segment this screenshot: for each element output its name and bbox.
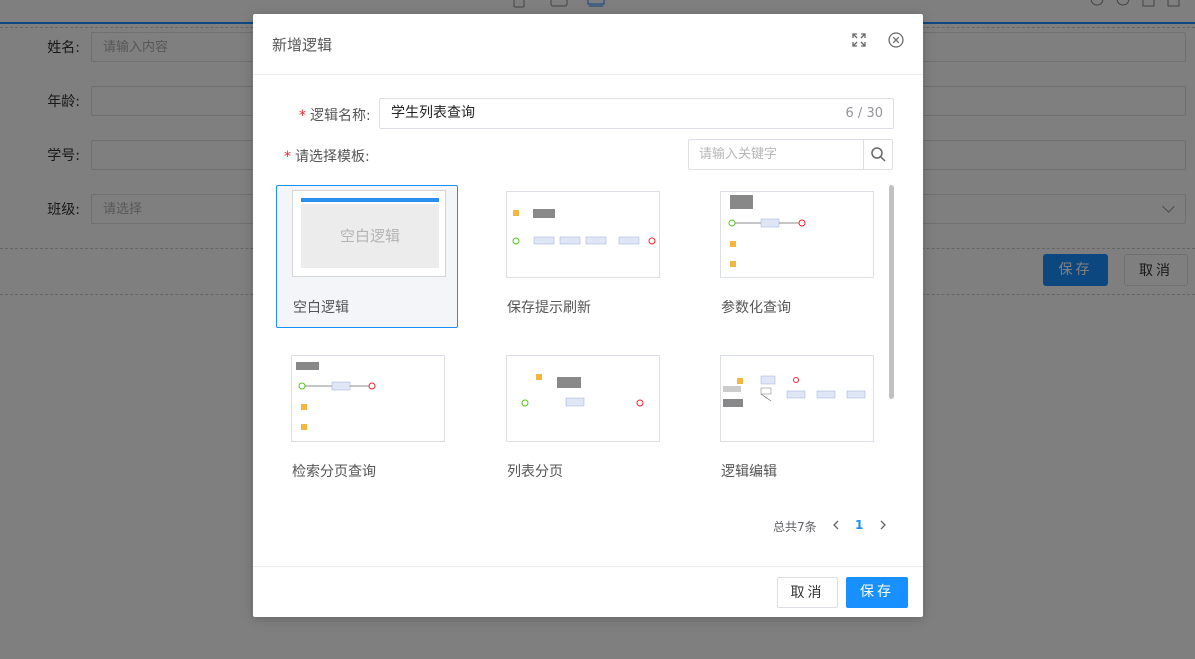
close-icon[interactable]: [887, 31, 905, 49]
logic-name-value: 学生列表查询: [391, 105, 475, 121]
template-thumbnail: [506, 191, 660, 278]
template-thumbnail: [720, 191, 874, 278]
template-card-search-paging[interactable]: 检索分页查询: [276, 350, 458, 493]
dialog-footer: 取消 保存: [253, 566, 923, 618]
flow-diagram-thumbnail: [723, 375, 866, 407]
cancel-button[interactable]: 取消: [777, 577, 838, 608]
search-icon: [871, 147, 886, 162]
template-card-label: 逻辑编辑: [721, 464, 777, 480]
thumbnail-header-bar: [301, 198, 439, 202]
flow-diagram-thumbnail: [521, 374, 644, 407]
template-card-list-paging[interactable]: 列表分页: [491, 350, 673, 493]
required-mark: *: [284, 149, 291, 165]
template-card-param-query[interactable]: 参数化查询: [705, 186, 887, 329]
flow-diagram-thumbnail: [728, 195, 806, 267]
save-button[interactable]: 保存: [846, 577, 908, 608]
flow-diagram-thumbnail: [512, 209, 656, 245]
template-grid: 空白逻辑 空白逻辑 保存提示刷新 参数化查询 检索分页查询 列表分页 逻辑编辑: [276, 185, 896, 497]
logic-name-label-text: 逻辑名称:: [310, 108, 371, 124]
logic-name-label: * 逻辑名称:: [299, 105, 371, 125]
template-label-text: 请选择模板:: [295, 149, 370, 165]
pagination-total: 总共7条: [773, 520, 817, 534]
dialog-header: 新增逻辑: [253, 14, 923, 75]
template-label: * 请选择模板:: [284, 146, 370, 166]
template-search-input[interactable]: [689, 140, 863, 169]
flow-diagram-thumbnail: [296, 362, 376, 430]
template-card-label: 列表分页: [507, 464, 563, 480]
template-thumbnail: [291, 355, 445, 442]
new-logic-dialog: 新增逻辑 * 逻辑名称: 学生列表查询 6 / 30 * 请选择模板: 请输入关…: [253, 14, 923, 617]
template-card-save-refresh[interactable]: 保存提示刷新: [491, 186, 673, 329]
chevron-right-icon[interactable]: [878, 519, 888, 531]
template-grid-scrollbar[interactable]: [889, 185, 894, 399]
template-thumbnail: [720, 355, 874, 442]
template-card-label: 检索分页查询: [292, 464, 376, 480]
search-button[interactable]: [863, 140, 893, 169]
dialog-title: 新增逻辑: [272, 36, 333, 54]
template-card-logic-edit[interactable]: 逻辑编辑: [705, 350, 887, 493]
thumbnail-blank-text: 空白逻辑: [301, 204, 439, 268]
template-card-label: 保存提示刷新: [507, 300, 591, 316]
template-card-blank[interactable]: 空白逻辑 空白逻辑: [276, 185, 458, 328]
logic-name-input[interactable]: 学生列表查询 6 / 30: [379, 98, 894, 129]
required-mark: *: [299, 108, 306, 124]
template-thumbnail: 空白逻辑: [292, 190, 446, 277]
expand-icon[interactable]: [850, 31, 868, 49]
template-card-label: 空白逻辑: [293, 300, 349, 316]
template-card-label: 参数化查询: [721, 300, 791, 316]
template-thumbnail: [506, 355, 660, 442]
pagination-current-page[interactable]: 1: [855, 518, 863, 532]
template-search: [688, 139, 893, 170]
char-count: 6 / 30: [845, 106, 883, 121]
chevron-left-icon[interactable]: [831, 519, 841, 531]
